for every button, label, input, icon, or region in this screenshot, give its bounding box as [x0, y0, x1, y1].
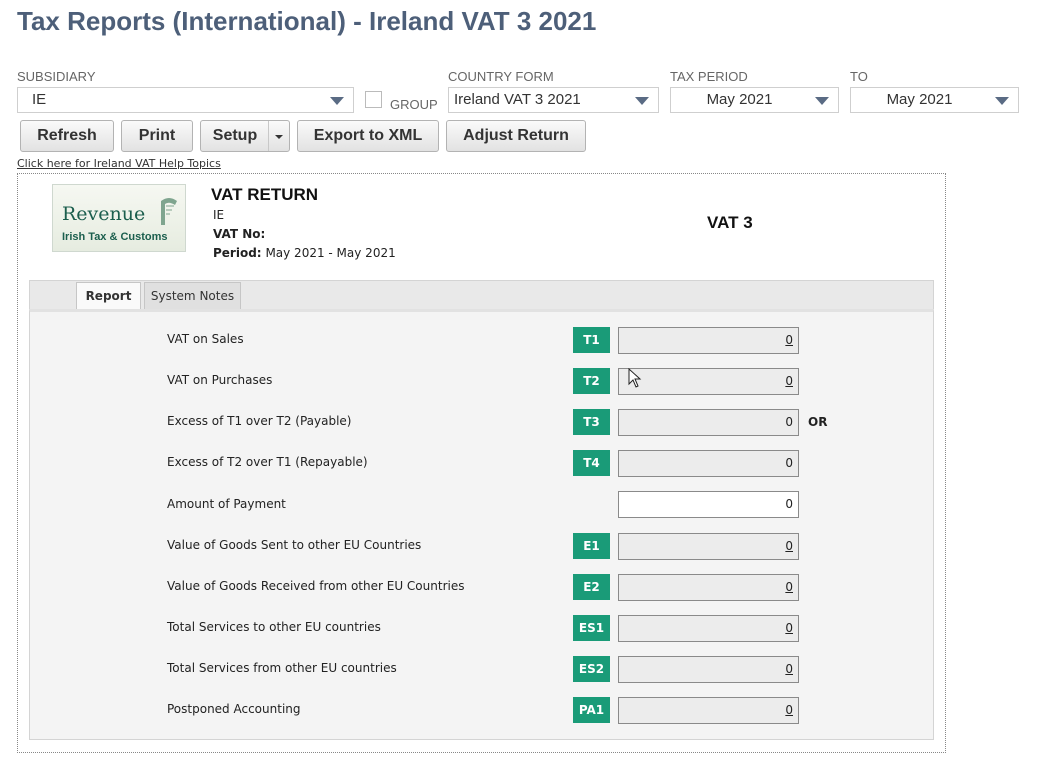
code-badge-t1: T1 — [573, 327, 610, 353]
group-label: GROUP — [390, 97, 438, 112]
to-period-value: May 2021 — [886, 91, 953, 108]
row-label-t1: VAT on Sales — [167, 332, 244, 346]
page-title: Tax Reports (International) - Ireland VA… — [17, 6, 597, 36]
amount-of-payment-input[interactable]: 0 — [618, 491, 799, 518]
to-period-select[interactable]: May 2021 — [850, 87, 1019, 113]
vat-no-label: VAT No: — [213, 227, 266, 241]
group-checkbox[interactable] — [365, 91, 382, 108]
setup-dropdown-toggle[interactable] — [268, 121, 289, 151]
value-field-t2: 0 — [618, 368, 799, 395]
to-label: TO — [850, 69, 868, 84]
setup-button-label: Setup — [212, 127, 258, 144]
code-badge-e2: E2 — [573, 574, 610, 600]
tax-period-label: TAX PERIOD — [670, 69, 748, 84]
value-field-t4: 0 — [618, 450, 799, 477]
period-value: May 2021 - May 2021 — [265, 246, 396, 260]
row-label-pa1: Postponed Accounting — [167, 702, 301, 716]
row-label-e2: Value of Goods Received from other EU Co… — [167, 579, 465, 593]
value-link-t1[interactable]: 0 — [785, 333, 793, 347]
country-form-select[interactable]: Ireland VAT 3 2021 — [448, 87, 659, 113]
chevron-down-icon — [330, 97, 344, 105]
country-form-label: COUNTRY FORM — [448, 69, 554, 84]
chevron-down-icon — [815, 97, 829, 105]
value-field-pa1: 0 — [618, 697, 799, 724]
code-badge-t3: T3 — [573, 409, 610, 435]
chevron-down-icon — [995, 97, 1009, 105]
tab-report[interactable]: Report — [76, 282, 141, 311]
tab-system-notes[interactable]: System Notes — [144, 282, 241, 310]
value-field-es2: 0 — [618, 656, 799, 683]
subsidiary-select[interactable]: IE — [17, 87, 354, 113]
subsidiary-label: SUBSIDIARY — [17, 69, 96, 84]
value-link-e1[interactable]: 0 — [785, 539, 793, 553]
caret-down-icon — [275, 135, 283, 139]
harp-icon — [161, 198, 177, 225]
logo-title: Revenue — [62, 203, 146, 225]
code-badge-e1: E1 — [573, 533, 610, 559]
row-label-payment: Amount of Payment — [167, 497, 286, 511]
export-xml-button[interactable]: Export to XML — [297, 120, 439, 152]
value-link-es1[interactable]: 0 — [785, 621, 793, 635]
refresh-button[interactable]: Refresh — [20, 120, 114, 152]
row-label-t2: VAT on Purchases — [167, 373, 273, 387]
value-link-e2[interactable]: 0 — [785, 580, 793, 594]
row-label-es2: Total Services from other EU countries — [167, 661, 397, 675]
revenue-logo: Revenue Irish Tax & Customs — [52, 184, 186, 252]
tax-period-value: May 2021 — [706, 91, 773, 108]
row-label-t4: Excess of T2 over T1 (Repayable) — [167, 455, 368, 469]
value-field-es1: 0 — [618, 615, 799, 642]
vat-return-title: VAT RETURN — [211, 185, 319, 204]
value-field-t3: 0 — [618, 409, 799, 436]
row-label-e1: Value of Goods Sent to other EU Countrie… — [167, 538, 422, 552]
adjust-return-button[interactable]: Adjust Return — [446, 120, 586, 152]
subsidiary-value: IE — [32, 91, 47, 108]
period-line: Period: May 2021 - May 2021 — [213, 246, 396, 260]
row-label-es1: Total Services to other EU countries — [167, 620, 381, 634]
code-badge-t4: T4 — [573, 450, 610, 476]
subsidiary-code: IE — [213, 208, 225, 222]
value-field-t1: 0 — [618, 327, 799, 354]
code-badge-t2: T2 — [573, 368, 610, 394]
mouse-cursor-icon — [628, 368, 642, 388]
country-form-value: Ireland VAT 3 2021 — [454, 91, 581, 108]
chevron-down-icon — [635, 97, 649, 105]
row-label-t3: Excess of T1 over T2 (Payable) — [167, 414, 352, 428]
value-link-es2[interactable]: 0 — [785, 662, 793, 676]
code-badge-es2: ES2 — [573, 656, 610, 682]
logo-subtitle: Irish Tax & Customs — [62, 231, 168, 243]
print-button[interactable]: Print — [121, 120, 193, 152]
value-field-e2: 0 — [618, 574, 799, 601]
value-link-pa1[interactable]: 0 — [785, 703, 793, 717]
code-badge-es1: ES1 — [573, 615, 610, 641]
help-topics-link[interactable]: Click here for Ireland VAT Help Topics — [17, 157, 221, 170]
value-link-t2[interactable]: 0 — [785, 374, 793, 388]
form-name: VAT 3 — [707, 213, 753, 232]
code-badge-pa1: PA1 — [573, 697, 610, 723]
value-field-e1: 0 — [618, 533, 799, 560]
period-label: Period: — [213, 246, 262, 260]
setup-button[interactable]: Setup — [200, 120, 290, 152]
or-label: OR — [808, 415, 828, 429]
tax-period-select[interactable]: May 2021 — [670, 87, 839, 113]
